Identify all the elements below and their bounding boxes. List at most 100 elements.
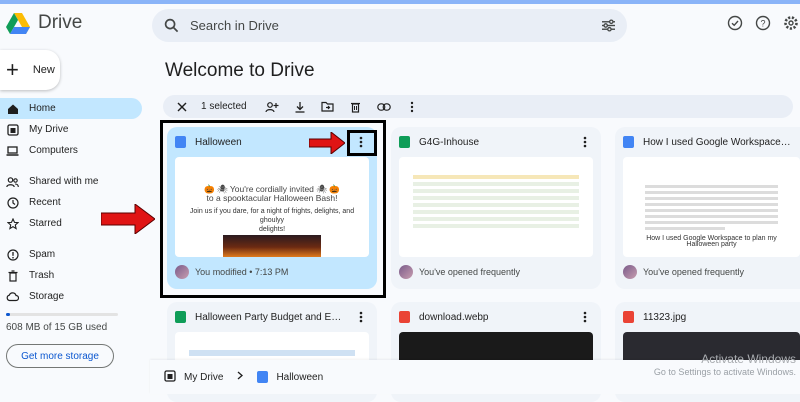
document-preview: How I used Google Workspace to plan my H… (623, 157, 800, 248)
file-name: 11323.jpg (643, 311, 687, 323)
sidebar-item-trash[interactable]: Trash (0, 265, 142, 286)
docs-file-icon (623, 136, 634, 148)
breadcrumb-root[interactable]: My Drive (184, 372, 223, 383)
image-file-icon (399, 311, 410, 323)
shared-icon (6, 175, 19, 188)
svg-text:?: ? (760, 19, 765, 29)
image-file-icon (623, 311, 634, 323)
file-card-footer: You've opened frequently (391, 257, 601, 287)
top-accent-line (0, 0, 800, 4)
storage-usage-bar (6, 313, 118, 316)
plus-icon: + (6, 57, 19, 82)
more-options-icon[interactable] (577, 309, 593, 325)
cloud-icon (6, 290, 19, 303)
spam-icon (6, 248, 19, 261)
file-card-footer: You've opened frequently (615, 257, 800, 287)
settings-gear-icon[interactable] (782, 14, 800, 32)
move-to-folder-icon[interactable] (319, 98, 337, 116)
search-icon[interactable] (152, 18, 190, 33)
download-icon[interactable] (291, 98, 309, 116)
file-thumbnail: How I used Google Workspace to plan my H… (623, 157, 800, 257)
chevron-right-icon (237, 371, 244, 383)
sidebar-item-computers[interactable]: Computers (0, 140, 142, 161)
drive-logo[interactable]: Drive (6, 12, 82, 34)
spreadsheet-preview (399, 157, 593, 249)
file-thumbnail (399, 157, 593, 257)
sidebar-item-storage[interactable]: Storage (0, 286, 142, 307)
star-icon (6, 217, 19, 230)
offline-check-icon[interactable] (726, 14, 744, 32)
sidebar-item-label: Recent (29, 197, 61, 208)
watermark-title: Activate Windows (701, 352, 796, 366)
avatar (399, 265, 413, 279)
docs-file-icon (257, 371, 269, 383)
file-card-workspace-plan[interactable]: How I used Google Workspace to plan... H… (615, 127, 800, 289)
home-icon (6, 102, 19, 115)
share-person-add-icon[interactable] (263, 98, 281, 116)
get-more-storage-button[interactable]: Get more storage (6, 344, 114, 368)
my-drive-icon (164, 369, 176, 385)
sidebar-item-home[interactable]: Home (0, 98, 142, 119)
sidebar-item-label: Home (29, 103, 56, 114)
search-bar[interactable] (152, 9, 627, 42)
storage-usage-text: 608 MB of 15 GB used (6, 322, 108, 333)
sidebar-item-label: Shared with me (29, 176, 99, 187)
windows-activation-watermark: Activate Windows Go to Settings to activ… (654, 353, 796, 379)
selection-count: 1 selected (201, 101, 247, 112)
file-activity-text: You've opened frequently (419, 267, 520, 277)
file-card-g4g-inhouse[interactable]: G4G-Inhouse You've opened frequently (391, 127, 601, 289)
more-options-icon[interactable] (577, 134, 593, 150)
sidebar-nav: Home My Drive Computers Shared with me R… (0, 98, 142, 307)
copy-link-icon[interactable] (375, 98, 393, 116)
delete-icon[interactable] (347, 98, 365, 116)
drive-logo-icon (6, 12, 30, 34)
file-name: Halloween Party Budget and Expenses (195, 311, 344, 323)
trash-icon (6, 269, 19, 282)
new-button-label: New (32, 64, 55, 76)
header-actions: ? (726, 14, 800, 32)
file-name: G4G-Inhouse (419, 136, 480, 148)
selection-toolbar: 1 selected (163, 95, 793, 118)
computers-icon (6, 144, 19, 157)
sidebar-item-label: Trash (29, 270, 55, 281)
sidebar-item-label: Computers (29, 145, 78, 156)
storage-usage-fill (6, 313, 11, 316)
file-card-header: How I used Google Workspace to plan... (615, 127, 800, 157)
file-card-header: download.webp (391, 302, 601, 332)
file-name: How I used Google Workspace to plan... (643, 136, 792, 148)
sheets-file-icon (175, 311, 186, 323)
sidebar-item-label: My Drive (29, 124, 69, 135)
sidebar-item-shared-with-me[interactable]: Shared with me (0, 171, 142, 192)
clear-selection-icon[interactable] (173, 98, 191, 116)
more-options-icon[interactable] (353, 309, 369, 325)
new-button[interactable]: + New (0, 50, 60, 90)
search-input[interactable] (190, 18, 589, 33)
document-heading: How I used Google Workspace to plan my H… (646, 235, 777, 248)
app-name: Drive (38, 12, 83, 33)
watermark-subtitle: Go to Settings to activate Windows. (653, 367, 796, 377)
sidebar-item-spam[interactable]: Spam (0, 244, 142, 265)
breadcrumb-current[interactable]: Halloween (276, 372, 323, 383)
sidebar-item-my-drive[interactable]: My Drive (0, 119, 142, 140)
file-activity-text: You've opened frequently (643, 267, 744, 277)
sidebar-item-label: Starred (29, 218, 62, 229)
sidebar-item-label: Spam (29, 249, 56, 260)
sheets-file-icon (399, 136, 410, 148)
help-icon[interactable]: ? (754, 14, 772, 32)
page-title: Welcome to Drive (165, 60, 315, 81)
search-options-icon[interactable] (589, 19, 627, 32)
file-card-header: Halloween Party Budget and Expenses (167, 302, 377, 332)
my-drive-icon (6, 123, 19, 136)
clock-icon (6, 196, 19, 209)
annotation-arrow-right-icon (101, 204, 155, 234)
annotation-arrow-right-icon (309, 132, 345, 154)
more-actions-icon[interactable] (403, 98, 421, 116)
avatar (623, 265, 637, 279)
sidebar-item-label: Storage (29, 291, 65, 302)
more-options-highlight-box (347, 130, 377, 156)
file-card-header: 11323.jpg (615, 302, 800, 332)
file-name: download.webp (419, 311, 489, 323)
file-card-header: G4G-Inhouse (391, 127, 601, 157)
